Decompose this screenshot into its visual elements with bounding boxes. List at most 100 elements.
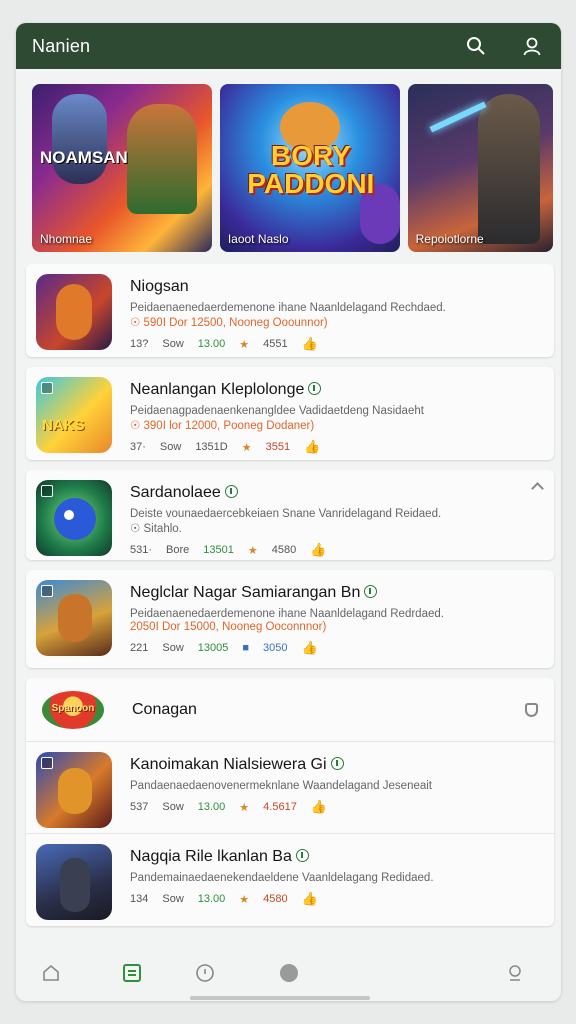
verified-icon <box>295 849 309 862</box>
star-icon: ★ <box>241 441 252 454</box>
verified-icon <box>364 585 378 598</box>
featured-banner[interactable]: NOAMSAN Nhomnae <box>32 84 212 252</box>
stat-rating: 4.5617 <box>263 801 297 813</box>
top-app-bar: Nanien <box>16 23 561 69</box>
featured-banners: NOAMSAN Nhomnae BORY PADDONI Iaoot Naslo… <box>16 69 561 252</box>
stat-count: 134 <box>130 893 149 905</box>
game-list: Niogsan Peidaenaenedaerdemenone ihane Na… <box>16 252 561 926</box>
star-icon: ★ <box>247 544 258 557</box>
alert-icon[interactable] <box>192 960 218 986</box>
stat-label: Bore <box>166 544 190 556</box>
star-icon: ★ <box>239 338 250 351</box>
stat-price: 13.00 <box>197 893 226 905</box>
game-stats: 37· Sow 1351D ★ 3551 👍 <box>130 439 544 455</box>
account-icon[interactable] <box>502 960 528 986</box>
stat-label: Sow <box>162 642 184 654</box>
controller-icon: ■ <box>242 642 250 654</box>
game-card[interactable]: Kanoimakan Nialsiewera Gi Pandaenaedaeno… <box>26 742 554 834</box>
collection-section: Spanoon Conagan Kanoimakan Nialsiewera G… <box>26 678 554 926</box>
section-logo: Spanoon <box>42 690 104 729</box>
star-icon: ★ <box>239 801 250 814</box>
star-icon: ★ <box>239 893 250 906</box>
verified-icon <box>330 757 344 770</box>
section-header[interactable]: Spanoon Conagan <box>26 678 554 742</box>
stat-count: 13? <box>130 338 149 350</box>
game-stats: 13? Sow 13.00 ★ 4551 👍 <box>130 336 544 352</box>
stat-count: 531· <box>130 544 153 556</box>
banner-caption: Iaoot Naslo <box>227 232 289 246</box>
stat-rating: 4580 <box>271 544 297 556</box>
game-card[interactable]: Sardanolaee Deiste vounaedaercebkeiaen S… <box>26 470 554 560</box>
banner-caption: Repoiotlorne <box>415 232 484 246</box>
game-card[interactable]: Niogsan Peidaenaenedaerdemenone ihane Na… <box>26 264 554 357</box>
game-description: Deiste vounaedaercebkeiaen Snane Vanride… <box>130 508 442 520</box>
game-stats: 134 Sow 13.00 ★ 4580 👍 <box>130 891 544 907</box>
like-icon[interactable]: 👍 <box>304 439 320 455</box>
app-frame: Nanien NOAMSAN Nhomnae BORY PADDONI Iaoo… <box>16 23 561 1001</box>
game-icon <box>36 844 112 920</box>
game-title: Nagqia Rile lkanlan Ba <box>130 848 544 866</box>
badge-icon <box>41 485 53 497</box>
game-promo: ☉ 390I lor 12000, Pooneg Dodaner) <box>130 420 315 432</box>
shield-icon[interactable] <box>525 702 538 717</box>
search-icon[interactable] <box>463 33 489 59</box>
stat-price: 13005 <box>197 642 229 654</box>
game-title: Neanlangan Kleplolonge <box>130 381 544 399</box>
stat-price: 1351D <box>195 441 228 453</box>
game-title: Sardanolaee <box>130 484 544 502</box>
game-title: Kanoimakan Nialsiewera Gi <box>130 756 544 774</box>
stat-rating: 3050 <box>263 642 288 654</box>
app-title: Nanien <box>32 35 91 56</box>
stat-label: Sow <box>162 893 184 905</box>
game-card[interactable]: NAKS Neanlangan Kleplolonge Peidaenagpad… <box>26 367 554 460</box>
game-stats: 537 Sow 13.00 ★ 4.5617 👍 <box>130 799 544 815</box>
game-title: Niogsan <box>130 278 189 295</box>
game-stats: 531· Bore 13501 ★ 4580 👍 <box>130 542 544 558</box>
like-icon[interactable]: 👍 <box>302 336 318 352</box>
game-stats: 221 Sow 13005 ■ 3050 👍 <box>130 640 544 656</box>
like-icon[interactable]: 👍 <box>302 640 318 656</box>
game-description: Pandaenaedaenovenermeknlane Waandelagand… <box>130 780 433 792</box>
game-card[interactable]: Neglclar Nagar Samiarangan Bn Peidaenaen… <box>26 570 554 668</box>
stat-price: 13.00 <box>197 801 226 813</box>
badge-icon <box>41 585 53 597</box>
stat-rating: 4551 <box>263 338 288 350</box>
game-description: Peidaenaenedaerdemenone ihane Naanldelag… <box>130 608 444 620</box>
banner-headline: BORY PADDONI <box>247 140 375 199</box>
stat-count: 537 <box>130 801 149 813</box>
game-icon <box>36 580 112 656</box>
record-icon[interactable] <box>276 960 302 986</box>
game-icon: NAKS <box>36 377 112 453</box>
verified-icon <box>224 485 238 498</box>
stat-label: Sow <box>162 801 184 813</box>
banner-caption: Nhomnae <box>40 232 93 246</box>
verified-icon <box>308 382 322 395</box>
game-promo: ☉ 590I Dor 12500, Nooneg Ooounnor) <box>130 317 328 329</box>
profile-icon[interactable] <box>519 33 545 59</box>
game-description: Peidaenagpadenaenkenangldee Vadidaetdeng… <box>130 405 424 417</box>
featured-banner[interactable]: Repoiotlorne <box>407 84 553 252</box>
game-description: Peidaenaenedaerdemenone ihane Naanldelag… <box>130 302 446 314</box>
game-icon <box>36 274 112 350</box>
game-promo: 2050I Dor 15000, Nooneg Ooconnnor) <box>130 621 327 633</box>
home-indicator <box>190 996 370 1000</box>
featured-banner[interactable]: BORY PADDONI Iaoot Naslo <box>219 84 400 252</box>
home-icon[interactable] <box>38 960 64 986</box>
stat-price: 13.00 <box>197 338 226 350</box>
stat-label: Sow <box>162 338 184 350</box>
stat-price: 13501 <box>203 544 234 556</box>
stat-rating: 3551 <box>265 441 291 453</box>
bottom-navigation <box>16 945 561 1001</box>
section-title: Conagan <box>132 700 197 718</box>
like-icon[interactable]: 👍 <box>311 799 327 815</box>
like-icon[interactable]: 👍 <box>310 542 326 558</box>
stat-count: 37· <box>130 441 146 453</box>
game-promo: ☉ Sitahlo. <box>130 523 182 535</box>
game-card[interactable]: Nagqia Rile lkanlan Ba Pandemainaedaenek… <box>26 834 554 926</box>
game-description: Pandemainaedaenekendaeldene Vaanldelagan… <box>130 872 434 884</box>
badge-icon <box>41 382 53 394</box>
game-icon <box>36 752 112 828</box>
library-icon[interactable] <box>119 960 145 986</box>
game-title: Neglclar Nagar Samiarangan Bn <box>130 584 544 602</box>
like-icon[interactable]: 👍 <box>302 891 318 907</box>
